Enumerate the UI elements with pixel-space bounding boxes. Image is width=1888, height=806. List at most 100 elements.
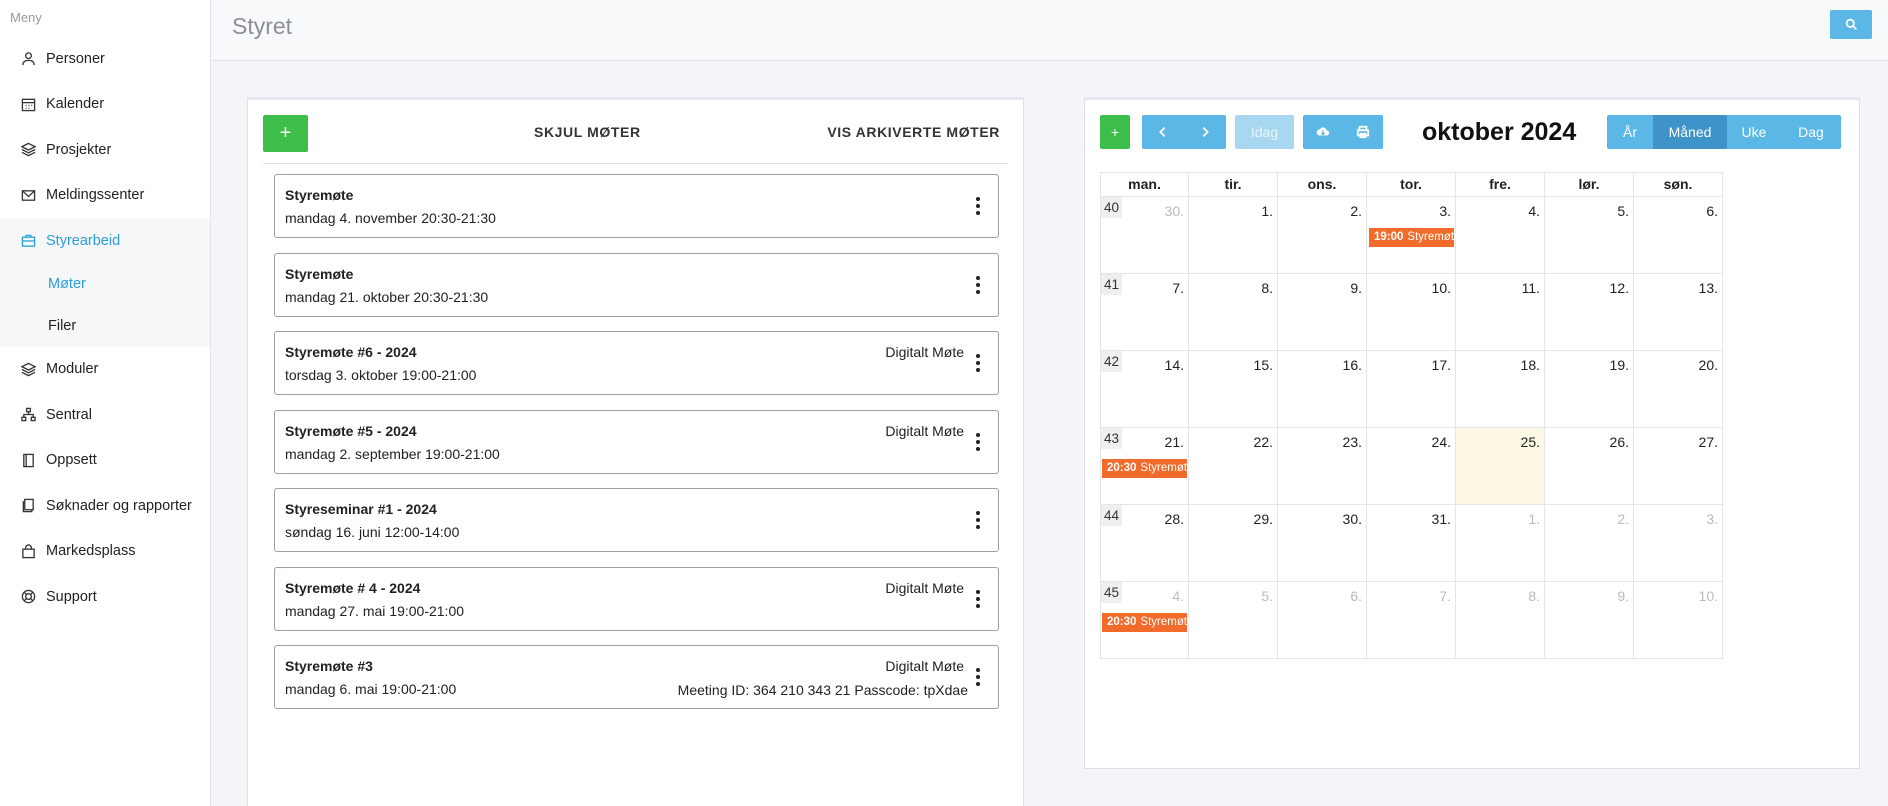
calendar-day-cell[interactable]: 9. (1278, 274, 1367, 351)
calendar-day-cell[interactable]: 6. (1634, 197, 1723, 274)
meeting-title: Styremøte (285, 265, 354, 282)
download-button[interactable] (1303, 115, 1343, 149)
calendar-day-cell[interactable]: 29. (1189, 505, 1278, 582)
calendar-day-cell[interactable]: 42 14. (1100, 351, 1189, 428)
show-archived-meetings-link[interactable]: VIS ARKIVERTE MØTER (827, 124, 1000, 140)
calendar-event[interactable]: 20:30 Styremøte (1102, 459, 1193, 478)
next-month-button[interactable] (1184, 115, 1226, 149)
sidebar-item-markedsplass[interactable]: Markedsplass (0, 529, 210, 575)
sidebar-item-label: Moduler (46, 361, 99, 378)
sidebar-item-kalender[interactable]: Kalender (0, 82, 210, 128)
day-number: 4. (1528, 203, 1540, 219)
meeting-card[interactable]: Styremøte mandag 21. oktober 20:30-21:30 (274, 252, 999, 317)
calendar-day-cell[interactable]: 40 30. (1100, 197, 1189, 274)
calendar-day-cell[interactable]: 23. (1278, 428, 1367, 505)
top-bar: Styret (212, 0, 1888, 61)
meeting-card[interactable]: Styremøte #3 mandag 6. mai 19:00-21:00 Dig… (274, 645, 999, 709)
calendar-day-cell[interactable]: 20. (1634, 351, 1723, 428)
meeting-date: mandag 27. mai 19:00-21:00 (285, 602, 465, 619)
calendar-day-cell[interactable]: 2. (1278, 197, 1367, 274)
search-button[interactable] (1830, 10, 1872, 39)
calendar-day-cell[interactable]: 4. (1456, 197, 1545, 274)
view-button-week[interactable]: Uke (1727, 115, 1781, 149)
meeting-card[interactable]: Styremøte #6 - 2024 torsdag 3. oktober 19… (274, 331, 999, 395)
calendar-day-cell[interactable]: 12. (1545, 274, 1634, 351)
more-options-icon[interactable] (976, 511, 980, 529)
calendar-day-cell[interactable]: 10. (1367, 274, 1456, 351)
calendar-day-cell[interactable]: 31. (1367, 505, 1456, 582)
calendar-day-cell[interactable]: 5. (1545, 197, 1634, 274)
hide-meetings-link[interactable]: SKJUL MØTER (534, 124, 641, 140)
calendar-event[interactable]: 19:00 Styremøte (1369, 228, 1460, 247)
meeting-type: Digitalt Møte (885, 579, 964, 596)
calendar-day-cell[interactable]: 30. (1278, 505, 1367, 582)
day-number: 15. (1253, 357, 1273, 373)
sidebar-item-personer[interactable]: Personer (0, 36, 210, 82)
sidebar-subitem-moter[interactable]: Møter (0, 264, 210, 306)
sidebar-item-label: Support (46, 588, 97, 605)
calendar-day-cell[interactable]: 15. (1189, 351, 1278, 428)
calendar-day-cell[interactable]: 9. (1545, 582, 1634, 659)
more-options-icon[interactable] (976, 197, 980, 215)
calendar-day-cell[interactable]: 1. (1456, 505, 1545, 582)
more-options-icon[interactable] (976, 354, 980, 372)
sidebar-item-label: Meldingssenter (46, 187, 145, 204)
sidebar-subitem-filer[interactable]: Filer (0, 305, 210, 347)
more-options-icon[interactable] (976, 589, 980, 608)
add-meeting-button[interactable]: + (263, 115, 308, 152)
add-event-button[interactable]: + (1100, 115, 1130, 149)
meeting-card[interactable]: Styremøte #5 - 2024 mandag 2. september 1… (274, 409, 999, 474)
calendar-day-cell[interactable]: 7. (1367, 582, 1456, 659)
calendar-day-cell[interactable]: 26. (1545, 428, 1634, 505)
calendar-day-cell[interactable]: 8. (1456, 582, 1545, 659)
calendar-day-cell[interactable]: 8. (1189, 274, 1278, 351)
meeting-card[interactable]: Styremøte mandag 4. november 20:30-21:30 (274, 174, 999, 238)
calendar-day-cell[interactable]: 3. (1634, 505, 1723, 582)
calendar-day-cell[interactable]: 17. (1367, 351, 1456, 428)
calendar-day-cell[interactable]: 41 7. (1100, 274, 1189, 351)
day-number: 8. (1528, 588, 1540, 604)
calendar-day-cell[interactable]: 16. (1278, 351, 1367, 428)
calendar-event[interactable]: 20:30 Styremøte (1102, 613, 1193, 632)
more-options-icon[interactable] (976, 275, 980, 294)
day-number: 5. (1617, 203, 1629, 219)
view-button-year[interactable]: År (1607, 115, 1653, 149)
day-number: 10. (1698, 588, 1718, 604)
sidebar-item-soknader-og-rapporter[interactable]: Søknader og rapporter (0, 483, 210, 529)
sidebar-item-sentral[interactable]: Sentral (0, 392, 210, 438)
week-number: 43 (1101, 428, 1122, 449)
sidebar-item-support[interactable]: Support (0, 574, 210, 620)
calendar-day-cell[interactable]: 6. (1278, 582, 1367, 659)
calendar-day-cell[interactable]: 11. (1456, 274, 1545, 351)
sidebar-item-meldingssenter[interactable]: Meldingssenter (0, 173, 210, 219)
view-button-day[interactable]: Dag (1781, 115, 1841, 149)
calendar-day-cell[interactable]: 44 28. (1100, 505, 1189, 582)
more-options-icon[interactable] (976, 668, 980, 686)
print-button[interactable] (1343, 115, 1383, 149)
meeting-card[interactable]: Styreseminar #1 - 2024 søndag 16. juni 12… (274, 488, 999, 552)
sidebar-item-prosjekter[interactable]: Prosjekter (0, 127, 210, 173)
calendar-day-cell[interactable]: 10. (1634, 582, 1723, 659)
meetings-panel: + SKJUL MØTER VIS ARKIVERTE MØTER Styrem… (247, 97, 1024, 806)
meeting-card[interactable]: Styremøte # 4 - 2024 mandag 27. mai 19:00… (274, 566, 999, 631)
calendar-day-cell[interactable]: 27. (1634, 428, 1723, 505)
sidebar-item-moduler[interactable]: Moduler (0, 347, 210, 393)
calendar-day-cell[interactable]: 25. (1456, 428, 1545, 505)
meeting-type: Digitalt Møte (885, 344, 964, 360)
calendar-day-cell[interactable]: 13. (1634, 274, 1723, 351)
more-options-icon[interactable] (976, 432, 980, 451)
calendar-day-cell[interactable]: 1. (1189, 197, 1278, 274)
week-number: 45 (1101, 582, 1122, 603)
prev-month-button[interactable] (1142, 115, 1184, 149)
sidebar-item-oppsett[interactable]: Oppsett (0, 438, 210, 484)
today-button[interactable]: Idag (1235, 115, 1294, 149)
calendar-day-cell[interactable]: 19. (1545, 351, 1634, 428)
calendar-day-cell[interactable]: 2. (1545, 505, 1634, 582)
sidebar-item-styrearbeid[interactable]: Styrearbeid (0, 218, 210, 264)
view-button-month[interactable]: Måned (1653, 115, 1727, 149)
calendar-day-cell[interactable]: 5. (1189, 582, 1278, 659)
calendar-day-cell[interactable]: 24. (1367, 428, 1456, 505)
meetings-toolbar: + SKJUL MØTER VIS ARKIVERTE MØTER (263, 100, 1008, 164)
calendar-day-cell[interactable]: 18. (1456, 351, 1545, 428)
calendar-day-cell[interactable]: 22. (1189, 428, 1278, 505)
